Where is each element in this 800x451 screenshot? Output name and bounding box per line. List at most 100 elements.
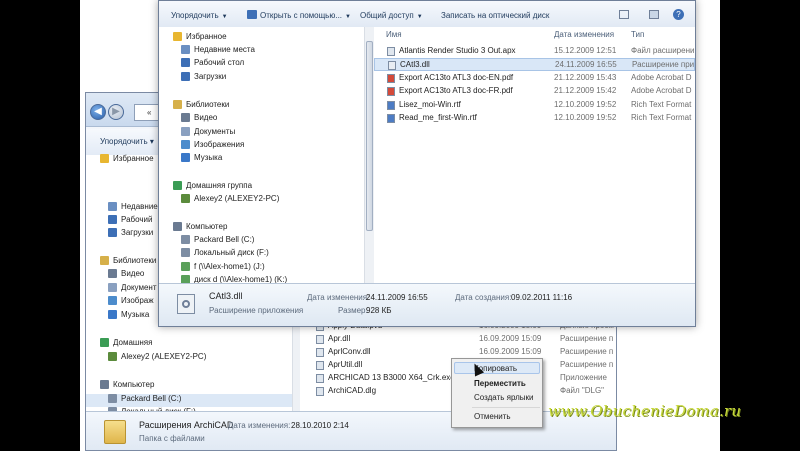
nav-item[interactable]: Недавние: [108, 202, 158, 215]
column-header-name[interactable]: Имя: [386, 30, 402, 39]
nav-item[interactable]: Документ: [108, 283, 157, 296]
nav-item-label: Документ: [121, 283, 157, 292]
burn-button[interactable]: Записать на оптический диск: [441, 11, 549, 20]
file-row[interactable]: Apr.dll 16.09.2009 15:09 Расширение п: [300, 333, 616, 346]
nav-item[interactable]: Избранное: [173, 32, 227, 45]
column-header-type[interactable]: Тип: [631, 30, 644, 39]
nav-item[interactable]: Избранное: [100, 154, 154, 167]
nav-item[interactable]: Видео: [181, 113, 217, 126]
open-with-label: Открыть с помощью...: [260, 11, 343, 20]
file-row[interactable]: Export AC13to ATL3 doc-EN.pdf 21.12.2009 …: [374, 72, 695, 85]
column-header-date[interactable]: Дата изменения: [554, 30, 614, 39]
nav-item[interactable]: Packard Bell (C:): [181, 235, 254, 248]
organize-button[interactable]: Упорядочить ▼: [171, 11, 228, 20]
help-icon[interactable]: ?: [673, 9, 684, 20]
nav-item-label: Компьютер: [113, 380, 155, 389]
open-with-icon: [247, 10, 257, 19]
file-date: 21.12.2009 15:43: [554, 73, 617, 82]
menu-item-move[interactable]: Переместить: [474, 379, 526, 388]
explorer-window-front[interactable]: Упорядочить ▼ Открыть с помощью... ▼ Общий…: [158, 0, 696, 327]
file-date: 16.09.2009 15:09: [479, 334, 542, 343]
computer-icon: [100, 380, 109, 389]
nav-item[interactable]: Компьютер: [100, 380, 154, 393]
file-date: 24.11.2009 16:55: [555, 60, 617, 69]
nav-item[interactable]: Музыка: [181, 153, 222, 166]
file-row[interactable]: CAtl3.dll 24.11.2009 16:55 Расширение при: [374, 58, 695, 71]
menu-item-cancel[interactable]: Отменить: [474, 412, 511, 421]
watermark: www.ObuchenieDoma.ru: [548, 402, 742, 420]
file-name: Lisez_moi-Win.rtf: [399, 100, 461, 109]
drive-icon: [181, 248, 190, 257]
nav-item-label: Музыка: [194, 153, 223, 162]
nav-item[interactable]: Packard Bell (C:): [86, 394, 308, 407]
video-icon: [181, 113, 190, 122]
file-type: Файл расширени: [631, 46, 695, 55]
documents-icon: [108, 283, 117, 292]
nav-item[interactable]: Загрузки: [181, 72, 226, 85]
file-row[interactable]: Read_me_first-Win.rtf 12.10.2009 19:52 Ric…: [374, 112, 695, 125]
network-drive-icon: [181, 262, 190, 271]
file-row[interactable]: Atlantis Render Studio 3 Out.apx 15.12.20…: [374, 45, 695, 58]
scrollbar-thumb[interactable]: [366, 41, 373, 231]
menu-item-create-shortcuts[interactable]: Создать ярлыки: [474, 393, 534, 402]
file-name: ARCHICAD 13 B3000 X64_Crk.exe: [328, 373, 455, 382]
left-black-bar: [0, 0, 80, 451]
desktop-icon: [108, 215, 117, 224]
nav-item[interactable]: Недавние места: [181, 45, 255, 58]
nav-item[interactable]: Компьютер: [173, 222, 227, 235]
file-row[interactable]: Export AC13to ATL3 doc-FR.pdf 21.12.2009 …: [374, 85, 695, 98]
nav-item[interactable]: Загрузки: [108, 228, 153, 241]
file-date: 12.10.2009 19:52: [554, 100, 617, 109]
user-icon: [108, 352, 117, 361]
file-name: AprUtil.dll: [328, 360, 363, 369]
pictures-icon: [108, 296, 117, 305]
nav-item-label: Загрузки: [194, 72, 227, 81]
file-type: Rich Text Format: [631, 113, 692, 122]
nav-item-label: f (\\Alex-home1) (J:): [194, 262, 265, 271]
nav-item-label: Домашняя группа: [186, 181, 253, 190]
nav-item[interactable]: Домашняя: [100, 338, 152, 351]
nav-item[interactable]: Библиотеки: [173, 100, 229, 113]
organize-button[interactable]: Упорядочить ▾: [100, 137, 154, 146]
nav-item-label: Избранное: [113, 154, 154, 163]
nav-item-label: Alexey2 (ALEXEY2-PC): [121, 352, 207, 361]
nav-item[interactable]: Видео: [108, 269, 144, 282]
nav-item[interactable]: Изображения: [181, 140, 244, 153]
nav-item[interactable]: Рабочий: [108, 215, 152, 228]
open-with-button[interactable]: Открыть с помощью... ▼: [260, 11, 351, 20]
forward-arrow-icon[interactable]: ▶: [108, 104, 124, 120]
nav-item-label: Домашняя: [113, 338, 153, 347]
music-icon: [181, 153, 190, 162]
organize-label: Упорядочить: [171, 11, 219, 20]
nav-item-label: Недавние: [121, 202, 158, 211]
user-icon: [181, 194, 190, 203]
back-arrow-icon[interactable]: ◀: [90, 104, 106, 120]
nav-item[interactable]: Музыка: [108, 310, 149, 323]
file-icon: [316, 348, 324, 357]
file-name: Export AC13to ATL3 doc-FR.pdf: [399, 86, 513, 95]
downloads-icon: [108, 228, 117, 237]
nav-item-label: Изображ: [121, 296, 154, 305]
file-type: Rich Text Format: [631, 100, 692, 109]
nav-item[interactable]: f (\\Alex-home1) (J:): [181, 262, 265, 275]
nav-item[interactable]: Изображ: [108, 296, 154, 309]
desktop: ◀ ▶ « Упорядочить ▾ Избранное Недавние Раб…: [0, 0, 800, 451]
preview-pane-icon[interactable]: [649, 10, 659, 19]
nav-item[interactable]: Alexey2 (ALEXEY2-PC): [181, 194, 279, 207]
nav-item[interactable]: Документы: [181, 127, 235, 140]
file-icon: [316, 387, 324, 396]
nav-item[interactable]: Alexey2 (ALEXEY2-PC): [108, 352, 206, 365]
nav-item-label: Избранное: [186, 32, 227, 41]
nav-item[interactable]: Локальный диск (F:): [181, 248, 269, 261]
nav-item[interactable]: Домашняя группа: [173, 181, 252, 194]
nav-item[interactable]: Библиотеки: [100, 256, 156, 269]
file-name: Export AC13to ATL3 doc-EN.pdf: [399, 73, 514, 82]
details-size-value: 928 КБ: [366, 306, 392, 315]
share-button[interactable]: Общий доступ ▼: [360, 11, 423, 20]
nav-item[interactable]: Рабочий стол: [181, 58, 244, 71]
details-created-value: 09.02.2011 11:16: [511, 293, 573, 302]
nav-item-label: Packard Bell (C:): [121, 394, 182, 403]
nav-item-label: Видео: [121, 269, 145, 278]
view-options-icon[interactable]: [619, 10, 629, 19]
file-row[interactable]: Lisez_moi-Win.rtf 12.10.2009 19:52 Rich Te…: [374, 99, 695, 112]
